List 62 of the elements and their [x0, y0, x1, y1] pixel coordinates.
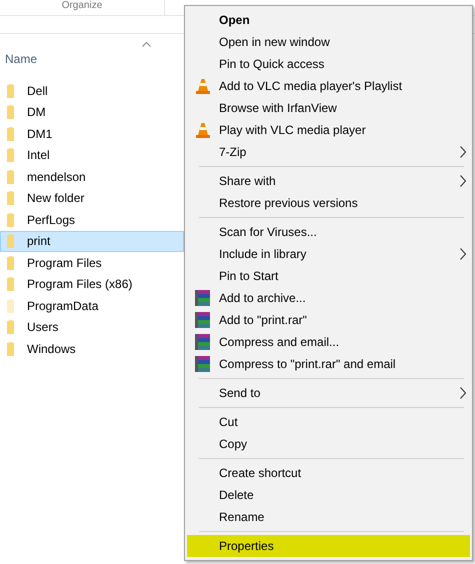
folder-icon [7, 148, 14, 162]
stacked-books-icon [195, 312, 211, 328]
folder-icon [7, 256, 14, 270]
menu-item[interactable]: Include in library [187, 243, 470, 265]
folder-icon [7, 191, 14, 206]
menu-item[interactable]: Share with [187, 170, 470, 192]
menu-item[interactable]: Browse with IrfanView [187, 97, 470, 119]
column-header[interactable]: Name [5, 50, 38, 68]
menu-item[interactable]: Pin to Quick access [187, 53, 470, 75]
menu-item[interactable]: Restore previous versions [187, 192, 470, 214]
traffic-cone-icon [196, 122, 210, 138]
folder-row[interactable]: Intel [0, 144, 184, 166]
folder-row[interactable]: ProgramData [0, 295, 184, 316]
folder-icon [7, 84, 14, 98]
stacked-books-icon [195, 290, 211, 306]
menu-item[interactable]: Send to [187, 382, 470, 404]
chevron-right-icon [460, 248, 466, 260]
folder-icon [7, 105, 14, 120]
stacked-books-icon [195, 356, 211, 372]
folder-icon [7, 234, 14, 248]
folder-row[interactable]: Program Files (x86) [0, 274, 184, 295]
folder-icon [7, 126, 14, 141]
folder-icon [7, 320, 14, 334]
menu-item[interactable]: 7-Zip [187, 141, 470, 163]
folder-row[interactable]: mendelson [0, 166, 184, 188]
menu-item[interactable]: Rename [187, 506, 470, 528]
folder-row[interactable]: Windows [0, 338, 184, 360]
folder-icon [7, 212, 14, 227]
ribbon-group-label: Organize [0, 0, 165, 15]
stacked-books-icon [195, 334, 211, 350]
menu-item[interactable]: Properties [187, 535, 470, 557]
traffic-cone-icon [196, 78, 210, 94]
menu-item[interactable]: Delete [187, 484, 470, 506]
folder-row[interactable]: Users [0, 316, 184, 338]
folder-icon [7, 277, 14, 292]
menu-item[interactable]: Copy [187, 433, 470, 455]
folder-row[interactable]: Program Files [0, 252, 184, 274]
menu-item[interactable]: Add to archive... [187, 287, 470, 309]
folder-row[interactable]: New folder [0, 188, 184, 209]
menu-item[interactable]: Play with VLC media player [187, 119, 470, 141]
chevron-right-icon [460, 175, 466, 187]
menu-item[interactable]: Compress to "print.rar" and email [187, 353, 470, 375]
menu-item[interactable]: Open in new window [187, 31, 470, 53]
menu-item[interactable]: Add to VLC media player's Playlist [187, 75, 470, 97]
folder-icon [7, 298, 14, 313]
menu-item[interactable]: Pin to Start [187, 265, 470, 287]
menu-item[interactable]: Compress and email... [187, 331, 470, 353]
chevron-right-icon [460, 146, 466, 158]
folder-icon [7, 170, 14, 184]
menu-item[interactable]: Add to "print.rar" [187, 309, 470, 331]
menu-item[interactable]: Scan for Viruses... [187, 221, 470, 243]
menu-item[interactable]: Cut [187, 411, 470, 433]
menu-item[interactable]: Open [187, 9, 470, 31]
folder-icon [7, 342, 14, 356]
menu-item[interactable]: Create shortcut [187, 462, 470, 484]
folder-row[interactable]: PerfLogs [0, 209, 184, 230]
sort-caret-icon [142, 42, 151, 47]
folder-row[interactable]: DM [0, 102, 184, 123]
folder-row[interactable]: DM1 [0, 123, 184, 144]
chevron-right-icon [460, 387, 466, 399]
folder-row[interactable]: print [0, 230, 184, 252]
folder-row[interactable]: Dell [0, 80, 184, 102]
